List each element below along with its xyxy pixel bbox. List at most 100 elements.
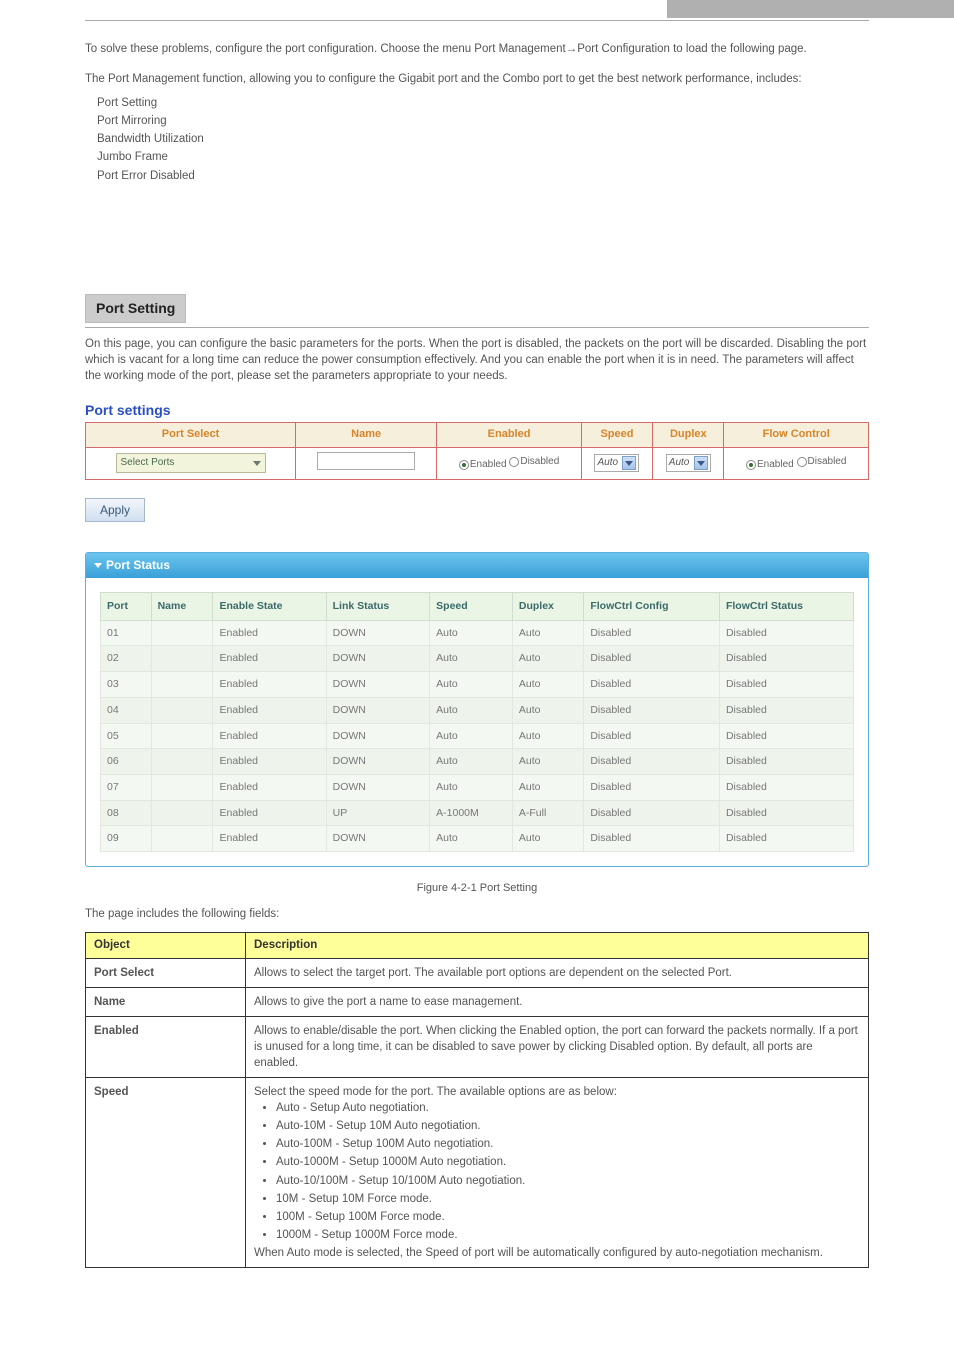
status-col-port: Port bbox=[101, 593, 152, 621]
status-cell: DOWN bbox=[326, 723, 430, 749]
intro-item: Bandwidth Utilization bbox=[97, 131, 869, 147]
port-settings-figure: Port settings Port Select Name Enabled S… bbox=[85, 401, 869, 897]
status-cell: DOWN bbox=[326, 646, 430, 672]
desc-text-name: Allows to give the port a name to ease m… bbox=[246, 987, 869, 1016]
status-col-duplex: Duplex bbox=[512, 593, 583, 621]
port-name-input[interactable] bbox=[317, 452, 415, 470]
header-divider bbox=[85, 20, 869, 21]
figure-caption: Figure 4-2-1 Port Setting bbox=[85, 881, 869, 896]
status-cell: Enabled bbox=[213, 749, 326, 775]
desc-speed-tail: When Auto mode is selected, the Speed of… bbox=[254, 1245, 860, 1261]
status-cell: Auto bbox=[512, 672, 583, 698]
table-row: 05EnabledDOWNAutoAutoDisabledDisabled bbox=[101, 723, 854, 749]
desc-speed-list: Auto - Setup Auto negotiation. Auto-10M … bbox=[276, 1100, 860, 1243]
enabled-radio-on[interactable]: Enabled bbox=[459, 458, 507, 472]
collapse-icon bbox=[94, 563, 102, 568]
status-cell bbox=[151, 672, 213, 698]
status-cell: Disabled bbox=[584, 800, 720, 826]
status-cell: Disabled bbox=[584, 697, 720, 723]
status-cell: 08 bbox=[101, 800, 152, 826]
status-cell: 09 bbox=[101, 826, 152, 852]
intro-list: Port Setting Port Mirroring Bandwidth Ut… bbox=[97, 95, 869, 183]
status-cell: Disabled bbox=[719, 620, 853, 646]
status-cell: Auto bbox=[430, 620, 513, 646]
status-cell: Enabled bbox=[213, 800, 326, 826]
status-cell: Auto bbox=[430, 749, 513, 775]
status-cell: Disabled bbox=[719, 723, 853, 749]
desc-text-port-select: Allows to select the target port. The av… bbox=[246, 958, 869, 987]
speed-opt: 1000M - Setup 1000M Force mode. bbox=[276, 1227, 860, 1243]
flow-radio-on[interactable]: Enabled bbox=[746, 458, 794, 472]
status-cell: Enabled bbox=[213, 774, 326, 800]
speed-opt: 10M - Setup 10M Force mode. bbox=[276, 1191, 860, 1207]
status-col-enable: Enable State bbox=[213, 593, 326, 621]
status-cell: Auto bbox=[512, 749, 583, 775]
speed-opt: Auto - Setup Auto negotiation. bbox=[276, 1100, 860, 1116]
table-row: 07EnabledDOWNAutoAutoDisabledDisabled bbox=[101, 774, 854, 800]
status-cell: Auto bbox=[430, 774, 513, 800]
status-cell: Disabled bbox=[584, 749, 720, 775]
status-cell: Auto bbox=[512, 826, 583, 852]
status-cell: Enabled bbox=[213, 620, 326, 646]
flow-radio-off[interactable]: Disabled bbox=[797, 455, 847, 469]
duplex-select[interactable]: Auto bbox=[666, 454, 711, 472]
col-enabled: Enabled bbox=[437, 423, 582, 447]
status-cell: Auto bbox=[512, 646, 583, 672]
status-cell: Disabled bbox=[719, 749, 853, 775]
intro-item: Jumbo Frame bbox=[97, 149, 869, 165]
header-brand-bar bbox=[667, 0, 954, 18]
col-flow-control: Flow Control bbox=[724, 423, 869, 447]
status-cell: Disabled bbox=[584, 620, 720, 646]
port-status-panel: Port Status Port Name Enable State Link … bbox=[85, 552, 869, 867]
status-cell: Disabled bbox=[719, 697, 853, 723]
closing-paragraph: The page includes the following fields: bbox=[85, 906, 869, 922]
status-cell: Auto bbox=[430, 646, 513, 672]
section-divider bbox=[85, 327, 869, 328]
desc-head-description: Description bbox=[246, 933, 869, 958]
speed-opt: Auto-10/100M - Setup 10/100M Auto negoti… bbox=[276, 1173, 860, 1189]
table-row: 09EnabledDOWNAutoAutoDisabledDisabled bbox=[101, 826, 854, 852]
status-cell: DOWN bbox=[326, 826, 430, 852]
status-cell: Disabled bbox=[719, 826, 853, 852]
col-speed: Speed bbox=[581, 423, 652, 447]
status-cell: A-1000M bbox=[430, 800, 513, 826]
status-cell: Auto bbox=[430, 697, 513, 723]
status-col-name: Name bbox=[151, 593, 213, 621]
port-select-value: Select Ports bbox=[121, 456, 175, 470]
intro-paragraph: To solve these problems, configure the p… bbox=[85, 41, 869, 57]
status-cell: Enabled bbox=[213, 723, 326, 749]
enabled-radio-off[interactable]: Disabled bbox=[509, 455, 559, 469]
status-cell: 06 bbox=[101, 749, 152, 775]
chevron-down-icon bbox=[253, 461, 261, 466]
port-select-dropdown[interactable]: Select Ports bbox=[116, 453, 266, 473]
status-cell: Auto bbox=[512, 620, 583, 646]
status-cell: Enabled bbox=[213, 646, 326, 672]
status-cell: Enabled bbox=[213, 826, 326, 852]
intro-item: Port Error Disabled bbox=[97, 168, 869, 184]
chevron-down-icon bbox=[697, 461, 705, 466]
desc-label-speed: Speed bbox=[86, 1078, 246, 1268]
port-status-header[interactable]: Port Status bbox=[86, 553, 868, 578]
status-cell: DOWN bbox=[326, 774, 430, 800]
status-cell bbox=[151, 749, 213, 775]
table-row: 02EnabledDOWNAutoAutoDisabledDisabled bbox=[101, 646, 854, 672]
status-cell: 04 bbox=[101, 697, 152, 723]
status-cell: A-Full bbox=[512, 800, 583, 826]
col-duplex: Duplex bbox=[653, 423, 724, 447]
speed-select[interactable]: Auto bbox=[594, 454, 639, 472]
duplex-value: Auto bbox=[669, 456, 690, 470]
speed-value: Auto bbox=[597, 456, 618, 470]
apply-button[interactable]: Apply bbox=[85, 498, 145, 523]
intro-lead: The Port Management function, allowing y… bbox=[85, 71, 869, 87]
speed-opt: Auto-10M - Setup 10M Auto negotiation. bbox=[276, 1118, 860, 1134]
status-cell: Auto bbox=[430, 826, 513, 852]
status-cell bbox=[151, 620, 213, 646]
chevron-down-icon bbox=[625, 461, 633, 466]
status-cell: Auto bbox=[430, 672, 513, 698]
desc-text-speed: Select the speed mode for the port. The … bbox=[246, 1078, 869, 1268]
table-row: 08EnabledUPA-1000MA-FullDisabledDisabled bbox=[101, 800, 854, 826]
status-cell: Disabled bbox=[584, 826, 720, 852]
status-cell: 05 bbox=[101, 723, 152, 749]
table-row: 01EnabledDOWNAutoAutoDisabledDisabled bbox=[101, 620, 854, 646]
status-cell: DOWN bbox=[326, 620, 430, 646]
